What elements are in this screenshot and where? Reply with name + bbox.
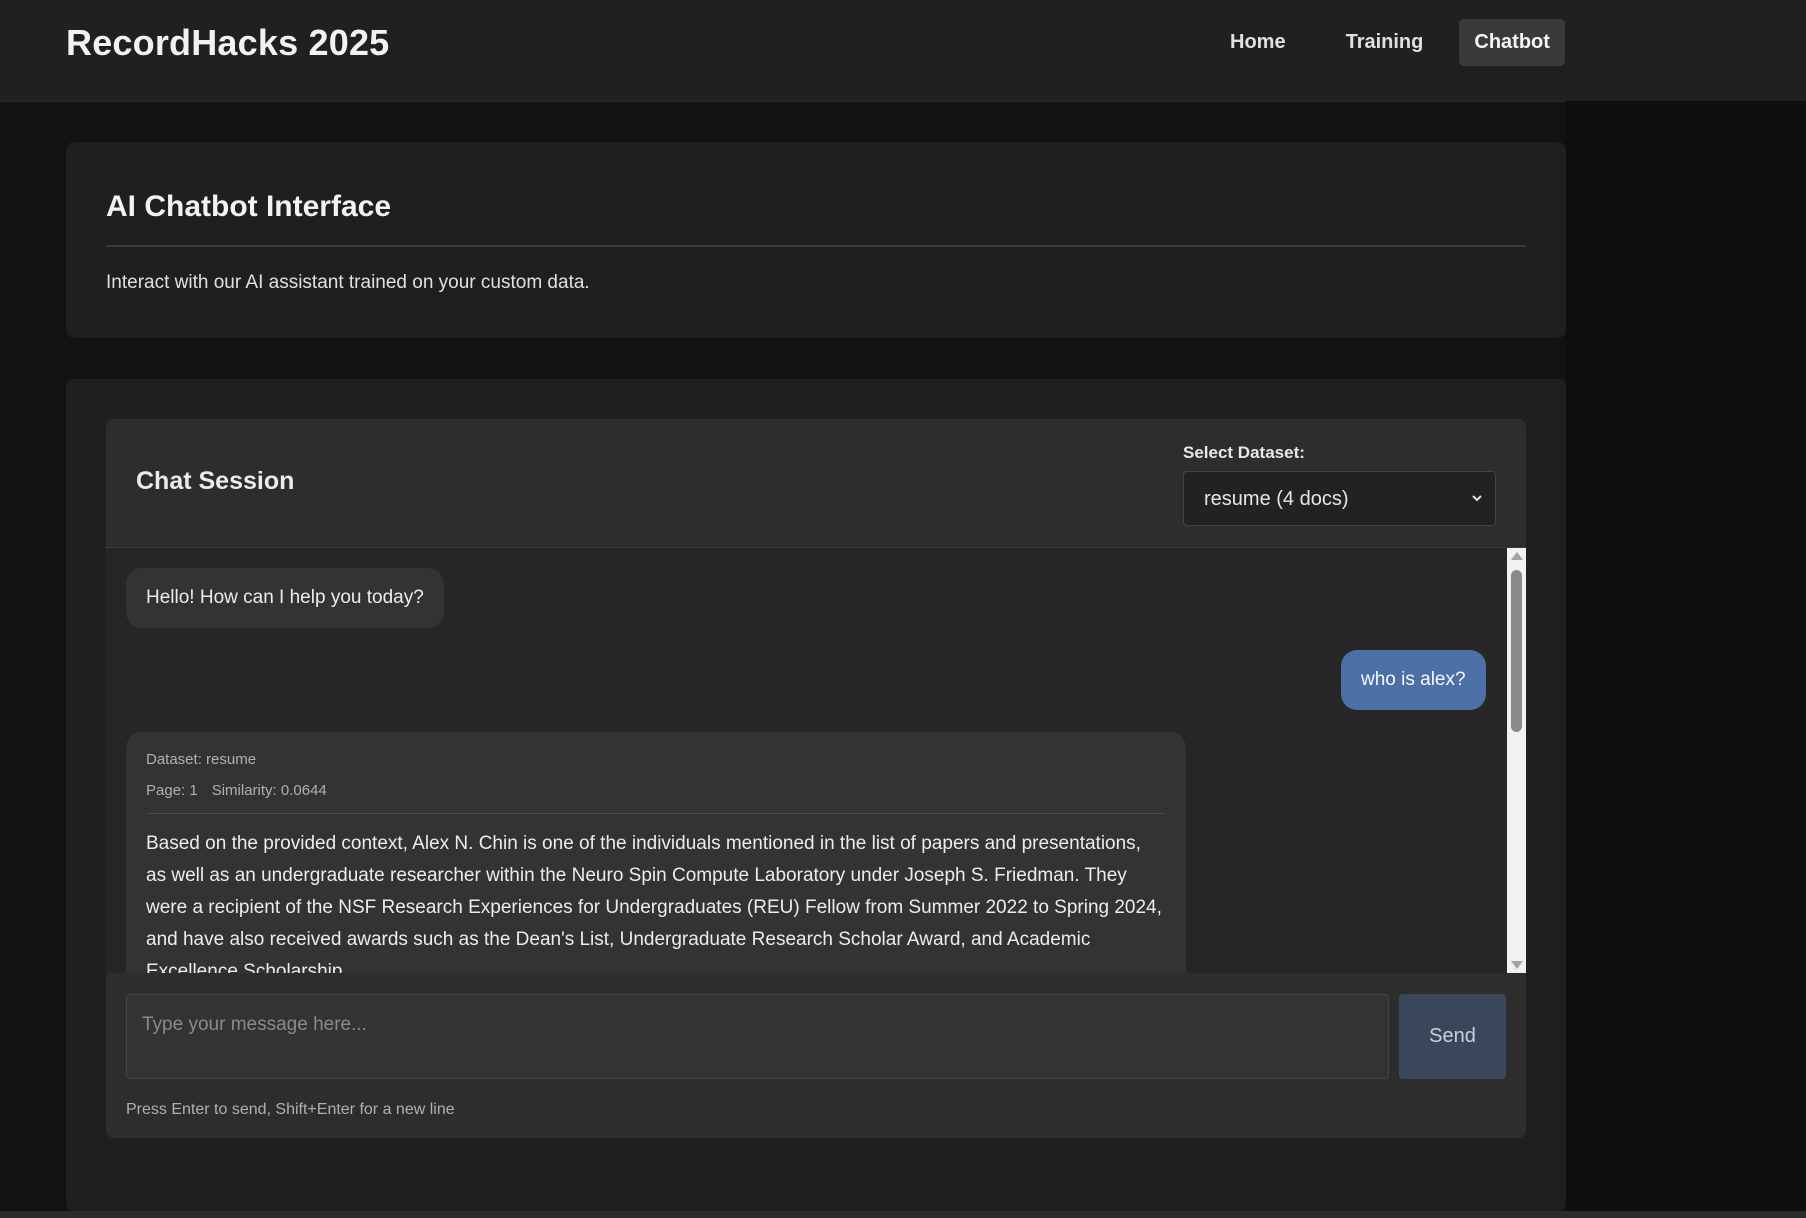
scroll-up-icon[interactable] bbox=[1511, 552, 1523, 560]
nav-chatbot[interactable]: Chatbot bbox=[1459, 19, 1565, 66]
page-bottom-edge bbox=[0, 1211, 1806, 1218]
source-page: Page: 1 bbox=[146, 782, 198, 799]
chat-panel: Chat Session Select Dataset: resume (4 d… bbox=[106, 419, 1526, 1138]
page-right-gutter bbox=[1566, 101, 1806, 1211]
intro-card: AI Chatbot Interface Interact with our A… bbox=[66, 142, 1566, 338]
scroll-down-icon[interactable] bbox=[1511, 961, 1523, 969]
page-title: AI Chatbot Interface bbox=[106, 190, 392, 223]
dataset-select-value: resume (4 docs) bbox=[1204, 488, 1349, 510]
chevron-down-icon bbox=[1472, 495, 1482, 502]
nav-training[interactable]: Training bbox=[1322, 19, 1448, 66]
source-meta: Page: 1 Similarity: 0.0644 bbox=[146, 782, 327, 799]
main-nav: Home Training Chatbot bbox=[1206, 19, 1565, 66]
brand-title[interactable]: RecordHacks 2025 bbox=[66, 22, 389, 64]
scroll-thumb[interactable] bbox=[1511, 570, 1522, 732]
dataset-select-label: Select Dataset: bbox=[1183, 443, 1305, 462]
dataset-select[interactable]: resume (4 docs) bbox=[1183, 471, 1496, 526]
chat-input-area: Type your message here... Send Press Ent… bbox=[106, 973, 1526, 1138]
bot-message: Dataset: resume Page: 1 Similarity: 0.064… bbox=[126, 732, 1186, 973]
chat-session-title: Chat Session bbox=[136, 467, 295, 495]
message-scrollbar[interactable] bbox=[1507, 548, 1526, 973]
input-hint: Press Enter to send, Shift+Enter for a n… bbox=[126, 1101, 455, 1118]
message-placeholder: Type your message here... bbox=[142, 1014, 367, 1035]
chat-header: Chat Session Select Dataset: resume (4 d… bbox=[106, 419, 1526, 548]
source-similarity: Similarity: 0.0644 bbox=[211, 782, 327, 799]
nav-home[interactable]: Home bbox=[1206, 19, 1310, 66]
top-navbar: RecordHacks 2025 Home Training Chatbot bbox=[0, 0, 1806, 102]
source-dataset: Dataset: resume bbox=[146, 751, 257, 768]
message-list[interactable]: Hello! How can I help you today? who is … bbox=[106, 548, 1526, 973]
meta-divider bbox=[146, 813, 1166, 814]
page-description: Interact with our AI assistant trained o… bbox=[106, 272, 590, 293]
bot-answer-text: Based on the provided context, Alex N. C… bbox=[146, 833, 1162, 973]
chat-card: Chat Session Select Dataset: resume (4 d… bbox=[66, 379, 1566, 1211]
send-button[interactable]: Send bbox=[1399, 994, 1506, 1079]
message-input[interactable]: Type your message here... bbox=[126, 994, 1389, 1079]
user-message: who is alex? bbox=[1341, 650, 1486, 710]
bot-message: Hello! How can I help you today? bbox=[126, 568, 444, 628]
title-divider bbox=[106, 245, 1526, 247]
